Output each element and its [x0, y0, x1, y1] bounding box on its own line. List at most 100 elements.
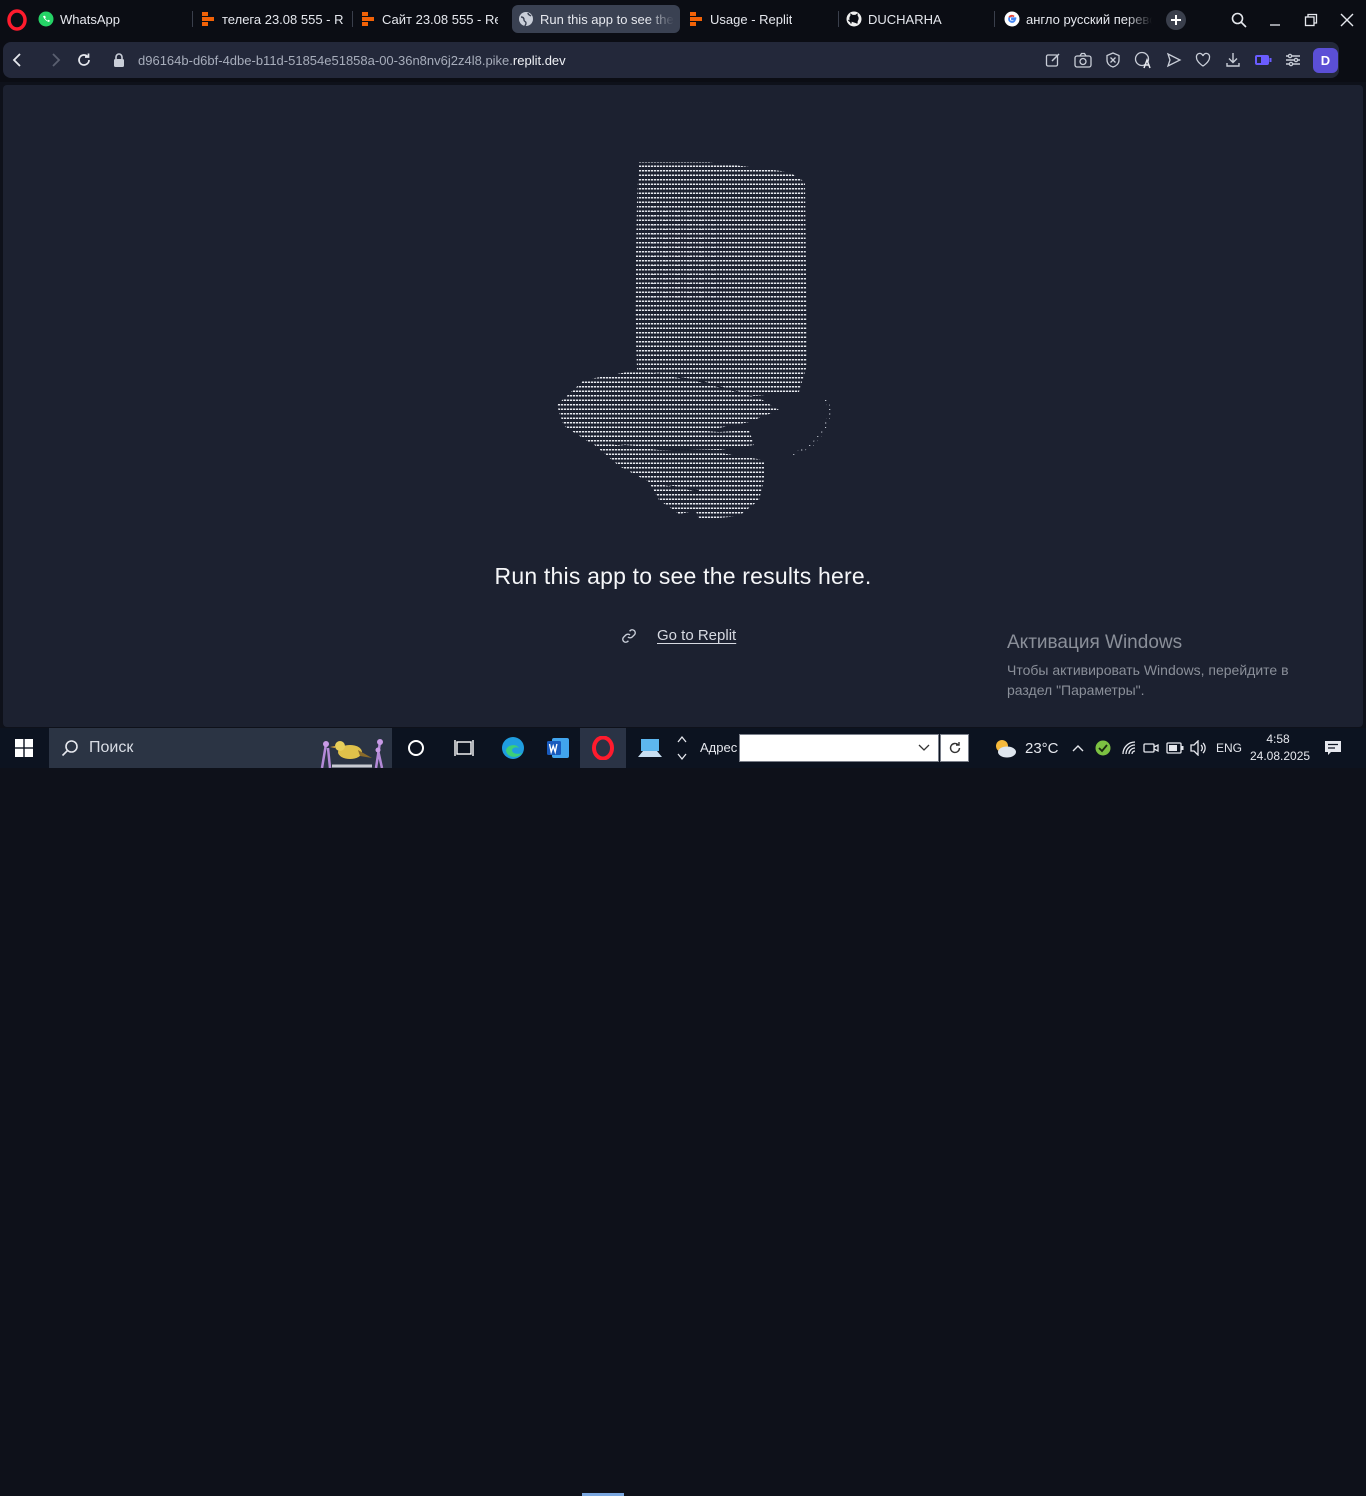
link-icon: [622, 628, 636, 643]
settings-sliders-icon: [1286, 53, 1300, 67]
back-button[interactable]: [8, 50, 28, 70]
download-icon: [1226, 53, 1240, 67]
tab-github[interactable]: DUCHARHA: [840, 5, 990, 33]
tab-whatsapp[interactable]: WhatsApp: [32, 5, 182, 33]
snapshot-button[interactable]: [1073, 50, 1093, 70]
restore-button[interactable]: [1299, 8, 1323, 32]
downloads-button[interactable]: [1223, 50, 1243, 70]
new-tab-button[interactable]: [1166, 10, 1186, 30]
adblock-button[interactable]: [1103, 50, 1123, 70]
wifi-icon: [1122, 741, 1136, 755]
heart-icon: [1195, 52, 1211, 67]
replit-icon: [360, 11, 376, 27]
minimize-icon: [1270, 24, 1280, 26]
computer-icon: [638, 739, 662, 757]
taskbar-explorer-window[interactable]: [630, 728, 670, 768]
weather-widget[interactable]: [990, 728, 1020, 768]
favorites-button[interactable]: [1193, 50, 1213, 70]
system-clock[interactable]: 4:58 24.08.2025: [1250, 731, 1311, 765]
address-toolbar-go-button[interactable]: [940, 734, 969, 762]
opera-logo-icon[interactable]: [6, 9, 28, 31]
send-button[interactable]: [1164, 50, 1184, 70]
close-icon: [1340, 13, 1354, 27]
task-view-icon: [454, 740, 474, 756]
start-button[interactable]: [0, 728, 48, 768]
minimize-button[interactable]: [1263, 8, 1287, 32]
battery-saver-button[interactable]: [1253, 50, 1273, 70]
search-icon: [61, 740, 78, 757]
forward-arrow-icon: [52, 53, 61, 67]
chevron-down-icon[interactable]: [918, 744, 930, 752]
site-lock-button[interactable]: [109, 50, 129, 70]
tab-label: телега 23.08 555 - Replit: [222, 11, 344, 27]
cortana-button[interactable]: [399, 728, 433, 768]
taskbar-search-box[interactable]: Поиск: [49, 728, 392, 768]
opera-icon: [592, 736, 614, 760]
chevron-down-icon[interactable]: [677, 753, 687, 761]
windows-activation-watermark: Активация Windows Чтобы активировать Win…: [1007, 632, 1327, 700]
chevron-up-icon[interactable]: [677, 735, 687, 743]
close-window-button[interactable]: [1335, 8, 1359, 32]
reload-icon: [78, 53, 90, 66]
chevron-up-icon: [1072, 745, 1084, 752]
tab-usage-replit[interactable]: Usage - Replit: [682, 5, 836, 33]
globe-icon: [518, 11, 534, 27]
input-language[interactable]: ENG: [1216, 741, 1242, 755]
tab-telega-replit[interactable]: телега 23.08 555 - Replit: [194, 5, 350, 33]
taskbar-edge[interactable]: [495, 728, 531, 768]
url-path: d96164b-d6bf-4dbe-b11d-51854e51858a-00-3…: [138, 53, 513, 68]
translate-icon: [1134, 51, 1151, 69]
toolbar-scroll[interactable]: [674, 728, 690, 768]
tray-app-button[interactable]: [1092, 728, 1114, 768]
notifications-button[interactable]: [1318, 728, 1348, 768]
go-to-replit-link[interactable]: Go to Replit: [621, 627, 736, 644]
google-icon: [1004, 11, 1020, 27]
camera-icon: [1074, 52, 1092, 68]
tab-divider: [994, 11, 995, 27]
windows-taskbar: Поиск Адрес 23°C ENG 4:58 24.08.2025: [0, 728, 1366, 1496]
green-app-icon: [1095, 740, 1111, 756]
notification-icon: [1325, 741, 1341, 755]
edit-button[interactable]: [1043, 50, 1063, 70]
edge-icon: [502, 737, 524, 759]
tab-site-replit[interactable]: Сайт 23.08 555 - Replit: [354, 5, 504, 33]
clock-time: 4:58: [1266, 732, 1290, 746]
battery-icon: [1166, 742, 1184, 754]
tab-google-translate[interactable]: англо русский перевод: [998, 5, 1158, 33]
taskbar-word[interactable]: [540, 728, 576, 768]
profile-avatar[interactable]: D: [1313, 48, 1338, 73]
tab-bar: WhatsApp телега 23.08 555 - Replit Сайт …: [0, 0, 1366, 40]
tab-label: DUCHARHA: [868, 11, 942, 27]
network-button[interactable]: [1118, 728, 1140, 768]
address-bar: d96164b-d6bf-4dbe-b11d-51854e51858a-00-3…: [0, 40, 1366, 110]
replit-icon: [688, 11, 704, 27]
github-icon: [846, 11, 862, 27]
tab-divider: [192, 11, 193, 27]
refresh-icon: [949, 742, 960, 754]
taskbar-opera[interactable]: [580, 728, 626, 768]
translate-button[interactable]: [1133, 50, 1153, 70]
lock-icon: [114, 53, 124, 67]
camera-icon: [1143, 743, 1159, 753]
battery-button[interactable]: [1164, 728, 1186, 768]
url-domain: replit.dev: [512, 53, 566, 68]
clock-date: 24.08.2025: [1250, 749, 1311, 763]
tab-divider: [838, 11, 839, 27]
volume-button[interactable]: [1188, 728, 1210, 768]
weather-temperature[interactable]: 23°C: [1025, 740, 1059, 757]
easy-setup-button[interactable]: [1283, 50, 1303, 70]
meet-now-button[interactable]: [1140, 728, 1162, 768]
url-field[interactable]: d96164b-d6bf-4dbe-b11d-51854e51858a-00-3…: [138, 53, 566, 68]
address-toolbar-input[interactable]: [739, 734, 939, 762]
search-icon: [1231, 12, 1247, 28]
tab-run-app[interactable]: Run this app to see the res: [512, 5, 680, 33]
show-hidden-icons-button[interactable]: [1068, 728, 1088, 768]
reload-button[interactable]: [74, 50, 94, 70]
forward-button[interactable]: [45, 50, 65, 70]
task-view-button[interactable]: [447, 728, 481, 768]
go-to-replit-label[interactable]: Go to Replit: [657, 627, 736, 644]
activation-body: Чтобы активировать Windows, перейдите в …: [1007, 662, 1289, 698]
tab-search-button[interactable]: [1227, 8, 1251, 32]
tab-label: Usage - Replit: [710, 11, 793, 27]
tab-label: Run this app to see the res: [540, 11, 674, 27]
